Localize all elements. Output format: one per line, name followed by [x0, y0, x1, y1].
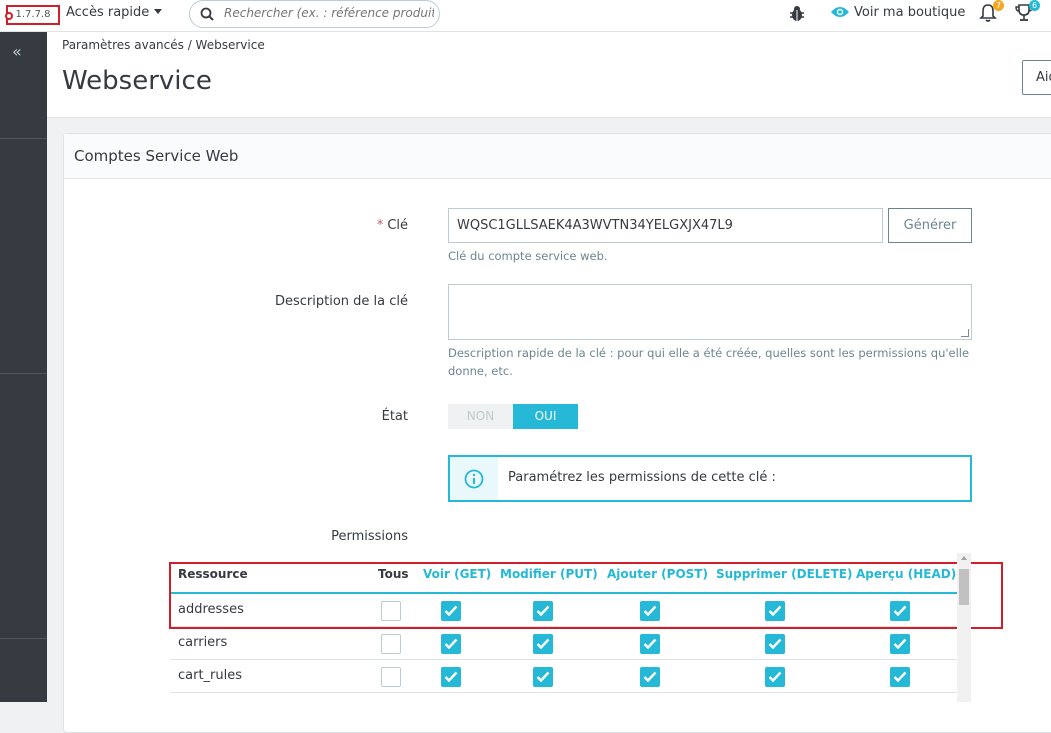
checkmark-icon: [768, 671, 782, 683]
delete-checkbox[interactable]: [765, 634, 785, 654]
checkmark-icon: [768, 638, 782, 650]
checkmark-icon: [643, 671, 657, 683]
col-head[interactable]: Aperçu (HEAD): [856, 567, 956, 581]
checkmark-icon: [643, 605, 657, 617]
post-checkbox[interactable]: [640, 667, 660, 687]
key-input[interactable]: WQSC1GLLSAEK4A3WVTN34YELGXJX47L9: [448, 208, 883, 243]
info-icon: [464, 469, 484, 489]
info-alert: Paramétrez les permissions de cette clé …: [448, 455, 972, 502]
checkmark-icon: [444, 638, 458, 650]
panel-header: Comptes Service Web: [64, 134, 1051, 179]
delete-checkbox[interactable]: [765, 601, 785, 621]
col-delete[interactable]: Supprimer (DELETE): [716, 567, 853, 581]
get-checkbox[interactable]: [441, 634, 461, 654]
version-badge: 1.7.7.8: [5, 5, 60, 25]
logo-icon: [5, 12, 13, 20]
key-label: * Clé: [376, 218, 408, 233]
quick-access-dropdown[interactable]: Accès rapide: [66, 5, 163, 21]
search-icon: [200, 7, 214, 21]
status-label: État: [381, 409, 408, 424]
col-post[interactable]: Ajouter (POST): [607, 567, 708, 581]
col-resource: Ressource: [178, 567, 248, 581]
view-shop-label: Voir ma boutique: [854, 5, 966, 20]
resource-name: carriers: [178, 635, 228, 650]
description-textarea[interactable]: [448, 284, 972, 340]
trophy-count-badge: 6: [1029, 0, 1040, 11]
put-checkbox[interactable]: [533, 601, 553, 621]
sidebar-divider: [0, 373, 47, 374]
resize-handle-icon[interactable]: [961, 329, 969, 337]
get-checkbox[interactable]: [441, 667, 461, 687]
table-row: cart_rules: [170, 660, 958, 693]
view-shop-link[interactable]: Voir ma boutique: [830, 4, 965, 22]
top-bar: 1.7.7.8 Accès rapide Voir ma boutique 7 …: [0, 0, 1051, 32]
notification-count-badge: 7: [993, 0, 1004, 11]
checkmark-icon: [536, 638, 550, 650]
panel-title: Comptes Service Web: [74, 147, 239, 165]
scroll-up-icon[interactable]: [961, 556, 967, 560]
search-box[interactable]: [189, 0, 440, 28]
put-checkbox[interactable]: [533, 667, 553, 687]
put-checkbox[interactable]: [533, 634, 553, 654]
checkmark-icon: [893, 605, 907, 617]
checkmark-icon: [643, 638, 657, 650]
all-checkbox[interactable]: [381, 667, 401, 687]
col-put[interactable]: Modifier (PUT): [500, 567, 598, 581]
checkmark-icon: [444, 605, 458, 617]
permissions-label: Permissions: [331, 529, 408, 544]
eye-icon: [831, 7, 849, 17]
checkmark-icon: [893, 671, 907, 683]
post-checkbox[interactable]: [640, 634, 660, 654]
all-checkbox[interactable]: [381, 601, 401, 621]
info-alert-text: Paramétrez les permissions de cette clé …: [508, 470, 776, 485]
required-marker: *: [376, 218, 384, 233]
caret-down-icon: [154, 9, 163, 14]
status-on-option[interactable]: OUI: [513, 404, 578, 429]
search-input[interactable]: [222, 5, 436, 21]
checkmark-icon: [536, 605, 550, 617]
key-help-text: Clé du compte service web.: [448, 249, 608, 263]
table-header: Ressource Tous Voir (GET) Modifier (PUT)…: [170, 560, 958, 594]
page-header: Paramètres avancés / Webservice Webservi…: [47, 32, 1051, 118]
breadcrumb[interactable]: Paramètres avancés / Webservice: [62, 38, 265, 52]
table-row: addresses: [170, 594, 958, 627]
page-title: Webservice: [62, 66, 212, 96]
generate-button[interactable]: Générer: [888, 208, 972, 243]
help-button[interactable]: Aide: [1022, 60, 1051, 95]
get-checkbox[interactable]: [441, 601, 461, 621]
delete-checkbox[interactable]: [765, 667, 785, 687]
quick-access-label: Accès rapide: [66, 5, 150, 20]
checkmark-icon: [768, 605, 782, 617]
description-help-text: Description rapide de la clé : pour qui …: [448, 346, 970, 378]
checkmark-icon: [536, 671, 550, 683]
resource-name: addresses: [178, 602, 244, 617]
checkmark-icon: [893, 638, 907, 650]
sidebar-divider: [0, 138, 47, 139]
all-checkbox[interactable]: [381, 634, 401, 654]
status-off-option[interactable]: NON: [448, 404, 513, 429]
col-get[interactable]: Voir (GET): [423, 567, 491, 581]
trophy-button[interactable]: 6: [1015, 0, 1040, 27]
notifications-button[interactable]: 7: [979, 0, 1004, 27]
post-checkbox[interactable]: [640, 601, 660, 621]
info-icon-container: [450, 457, 498, 500]
sidebar: «: [0, 32, 47, 702]
col-all[interactable]: Tous: [378, 567, 409, 581]
status-toggle[interactable]: NON OUI: [448, 404, 578, 429]
head-checkbox[interactable]: [890, 601, 910, 621]
head-checkbox[interactable]: [890, 667, 910, 687]
sidebar-divider: [0, 638, 47, 639]
description-label: Description de la clé: [274, 294, 408, 309]
checkmark-icon: [444, 671, 458, 683]
resource-name: cart_rules: [178, 668, 243, 683]
table-row: carriers: [170, 627, 958, 660]
debug-mode-icon[interactable]: [788, 4, 806, 28]
table-scrollbar[interactable]: [957, 553, 971, 702]
scrollbar-thumb[interactable]: [959, 569, 969, 605]
head-checkbox[interactable]: [890, 634, 910, 654]
collapse-sidebar-icon[interactable]: «: [12, 44, 22, 60]
